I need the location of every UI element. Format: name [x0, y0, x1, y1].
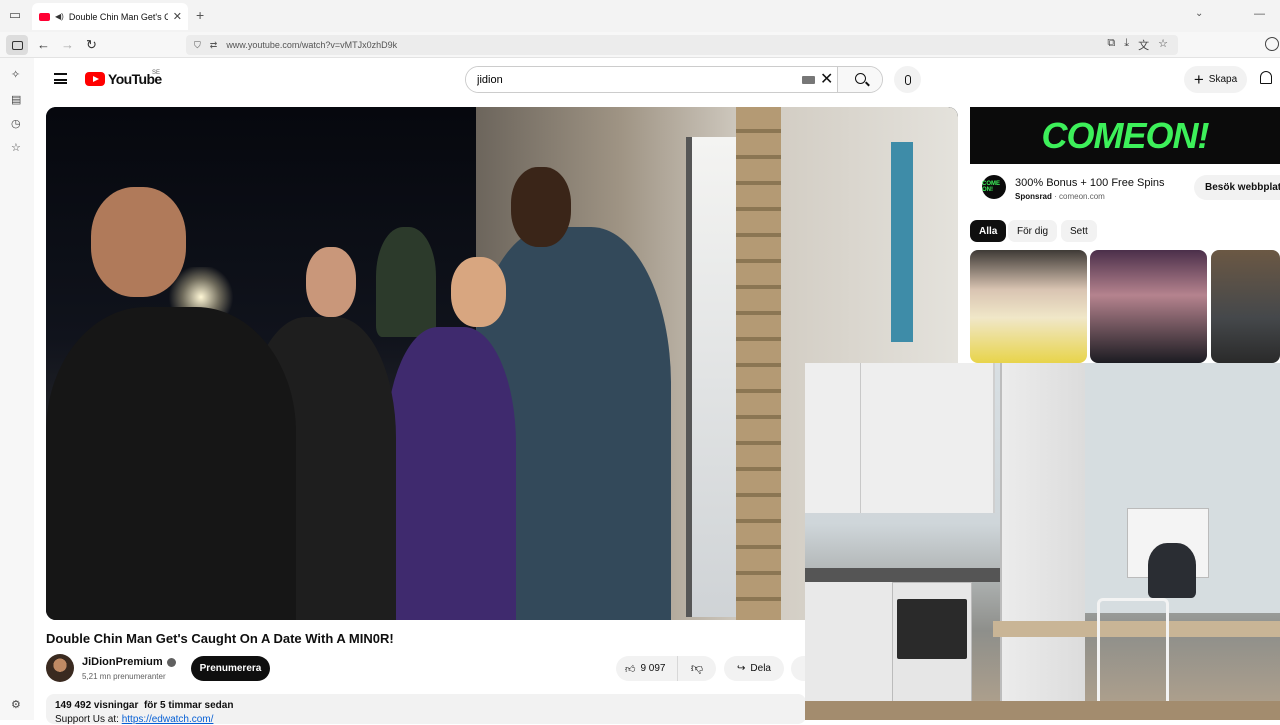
search-bar: ✕ — [465, 66, 883, 93]
ai-sparkle-icon[interactable]: ✧ — [11, 68, 20, 81]
speaker-icon[interactable]: ◀) — [55, 12, 64, 21]
webcam-backpack — [1148, 543, 1196, 598]
dislike-button[interactable]: 👎︎ — [678, 661, 716, 676]
favorites-star-icon[interactable]: ☆ — [11, 141, 21, 154]
menu-icon[interactable] — [54, 73, 67, 84]
create-button[interactable]: + Skapa — [1184, 66, 1247, 93]
verified-badge-icon — [166, 657, 176, 667]
like-dislike-group: 👍︎ 9 097 👎︎ — [616, 656, 716, 681]
country-code: SE — [152, 70, 161, 76]
video-frame-stone-pillar — [736, 107, 781, 620]
ad-domain: comeon.com — [1059, 192, 1105, 201]
youtube-play-icon — [85, 72, 105, 86]
site-settings-icon[interactable]: ⇄ — [210, 40, 218, 51]
search-input[interactable] — [466, 67, 836, 92]
plus-icon: + — [1193, 70, 1204, 89]
thumbs-down-icon: 👎︎ — [690, 661, 704, 675]
microphone-icon — [904, 74, 911, 85]
video-frame-tree — [376, 227, 436, 337]
upload-age: för 5 timmar sedan — [143, 700, 234, 711]
recommended-video-thumbnail[interactable] — [1090, 250, 1207, 363]
recommended-video-thumbnail[interactable] — [1211, 250, 1280, 363]
webcam-upper-cabinets — [805, 363, 995, 513]
download-icon[interactable]: ⤓ — [1124, 37, 1129, 53]
channel-name-text[interactable]: JiDionPremium — [82, 656, 163, 668]
keyboard-icon[interactable] — [802, 76, 815, 84]
share-label: Dela — [750, 663, 771, 674]
youtube-favicon-icon — [39, 12, 50, 21]
workspaces-icon[interactable]: ▭ — [6, 7, 24, 25]
chip-for-you[interactable]: För dig — [1008, 220, 1058, 242]
history-icon[interactable]: ◷ — [11, 117, 21, 130]
browser-side-panel: ✧ ▤ ◷ ☆ ⚙ — [0, 58, 34, 720]
browser-tab-bar: ▭ ◀) Double Chin Man Get's Ca ✕ + ⌄ — — [0, 0, 1280, 32]
url-text[interactable]: www.youtube.com/watch?v=vMTJx0zhD9k — [226, 40, 397, 50]
video-title: Double Chin Man Get's Caught On A Date W… — [46, 631, 394, 646]
forward-arrow-icon[interactable]: → — [61, 37, 74, 52]
visit-website-button[interactable]: Besök webbplats — [1194, 175, 1280, 200]
webcam-chair — [1097, 598, 1169, 718]
recommended-video-thumbnail[interactable] — [970, 250, 1087, 363]
minimize-window-icon[interactable]: — — [1254, 8, 1265, 20]
tab-title: Double Chin Man Get's Ca — [68, 11, 168, 22]
video-frame-person-head — [306, 247, 356, 317]
ad-info: COME ON! 300% Bonus + 100 Free Spins Spo… — [970, 168, 1280, 214]
video-frame-person — [386, 327, 516, 620]
profile-icon[interactable] — [1265, 37, 1279, 51]
chip-all[interactable]: Alla — [970, 220, 1007, 242]
screenshot-icon[interactable]: ⧉ — [1107, 37, 1115, 53]
clear-search-icon[interactable]: ✕ — [820, 69, 833, 89]
translate-icon[interactable]: 文 — [1138, 37, 1149, 53]
webcam-lower-cabinets — [805, 582, 892, 720]
channel-name[interactable]: JiDionPremium — [82, 656, 176, 668]
webcam-fridge — [1000, 363, 1085, 703]
voice-search-button[interactable] — [894, 66, 921, 93]
video-frame-person-head — [451, 257, 506, 327]
video-frame-person — [46, 307, 296, 620]
sidebar-toggle-button[interactable] — [6, 35, 28, 55]
video-frame-person-head — [91, 187, 186, 297]
video-frame-person-head — [511, 167, 571, 247]
bookmark-star-icon[interactable]: ☆ — [1158, 37, 1168, 53]
webcam-overlay — [805, 363, 1280, 720]
reload-icon[interactable]: ↻ — [86, 37, 97, 53]
webcam-floor — [805, 701, 1280, 720]
browser-toolbar: ← → ↻ ⛉ ⇄ www.youtube.com/watch?v=vMTJx0… — [0, 32, 1280, 58]
sidebar-icon — [11, 40, 23, 50]
view-count: 149 492 visningar — [55, 700, 139, 711]
webcam-countertop — [805, 568, 1000, 582]
ad-banner[interactable]: COMEON! — [970, 107, 1280, 164]
like-button[interactable]: 👍︎ 9 097 — [616, 656, 678, 681]
share-button[interactable]: ↪ Dela — [724, 656, 784, 681]
new-tab-icon[interactable]: + — [196, 7, 204, 23]
address-bar[interactable]: ⛉ ⇄ www.youtube.com/watch?v=vMTJx0zhD9k … — [186, 35, 1178, 55]
video-frame-poster — [891, 142, 913, 342]
ad-title[interactable]: 300% Bonus + 100 Free Spins — [1015, 177, 1165, 189]
shield-icon[interactable]: ⛉ — [194, 40, 201, 51]
tab-close-icon[interactable]: ✕ — [173, 10, 188, 23]
sponsored-label: Sponsrad — [1015, 192, 1052, 201]
chip-watched[interactable]: Sett — [1061, 220, 1097, 242]
subscribe-button[interactable]: Prenumerera — [191, 656, 270, 681]
view-stats: 149 492 visningar för 5 timmar sedan — [55, 700, 797, 711]
share-arrow-icon: ↪ — [737, 663, 746, 674]
like-count: 9 097 — [640, 663, 666, 674]
advertiser-logo[interactable]: COME ON! — [982, 175, 1006, 199]
subscriber-count: 5,21 mn prenumeranter — [82, 672, 166, 681]
create-label: Skapa — [1208, 74, 1238, 85]
notifications-bell-icon[interactable] — [1260, 71, 1272, 84]
browser-tab-youtube[interactable]: ◀) Double Chin Man Get's Ca ✕ — [32, 3, 188, 30]
channel-avatar[interactable] — [46, 654, 74, 682]
ad-meta: Sponsrad · comeon.com — [1015, 192, 1105, 201]
wallet-icon[interactable]: ▤ — [11, 93, 21, 106]
search-icon — [854, 73, 866, 84]
youtube-logo[interactable]: YouTube — [85, 71, 162, 87]
webcam-oven-door — [897, 599, 967, 659]
chevron-down-icon[interactable]: ⌄ — [1195, 8, 1203, 19]
back-arrow-icon[interactable]: ← — [37, 37, 50, 52]
search-button[interactable] — [837, 67, 882, 92]
ad-banner-text: COMEON! — [1041, 114, 1210, 156]
settings-gear-icon[interactable]: ⚙ — [11, 698, 21, 711]
thumbs-up-icon: 👍︎ — [625, 663, 636, 675]
